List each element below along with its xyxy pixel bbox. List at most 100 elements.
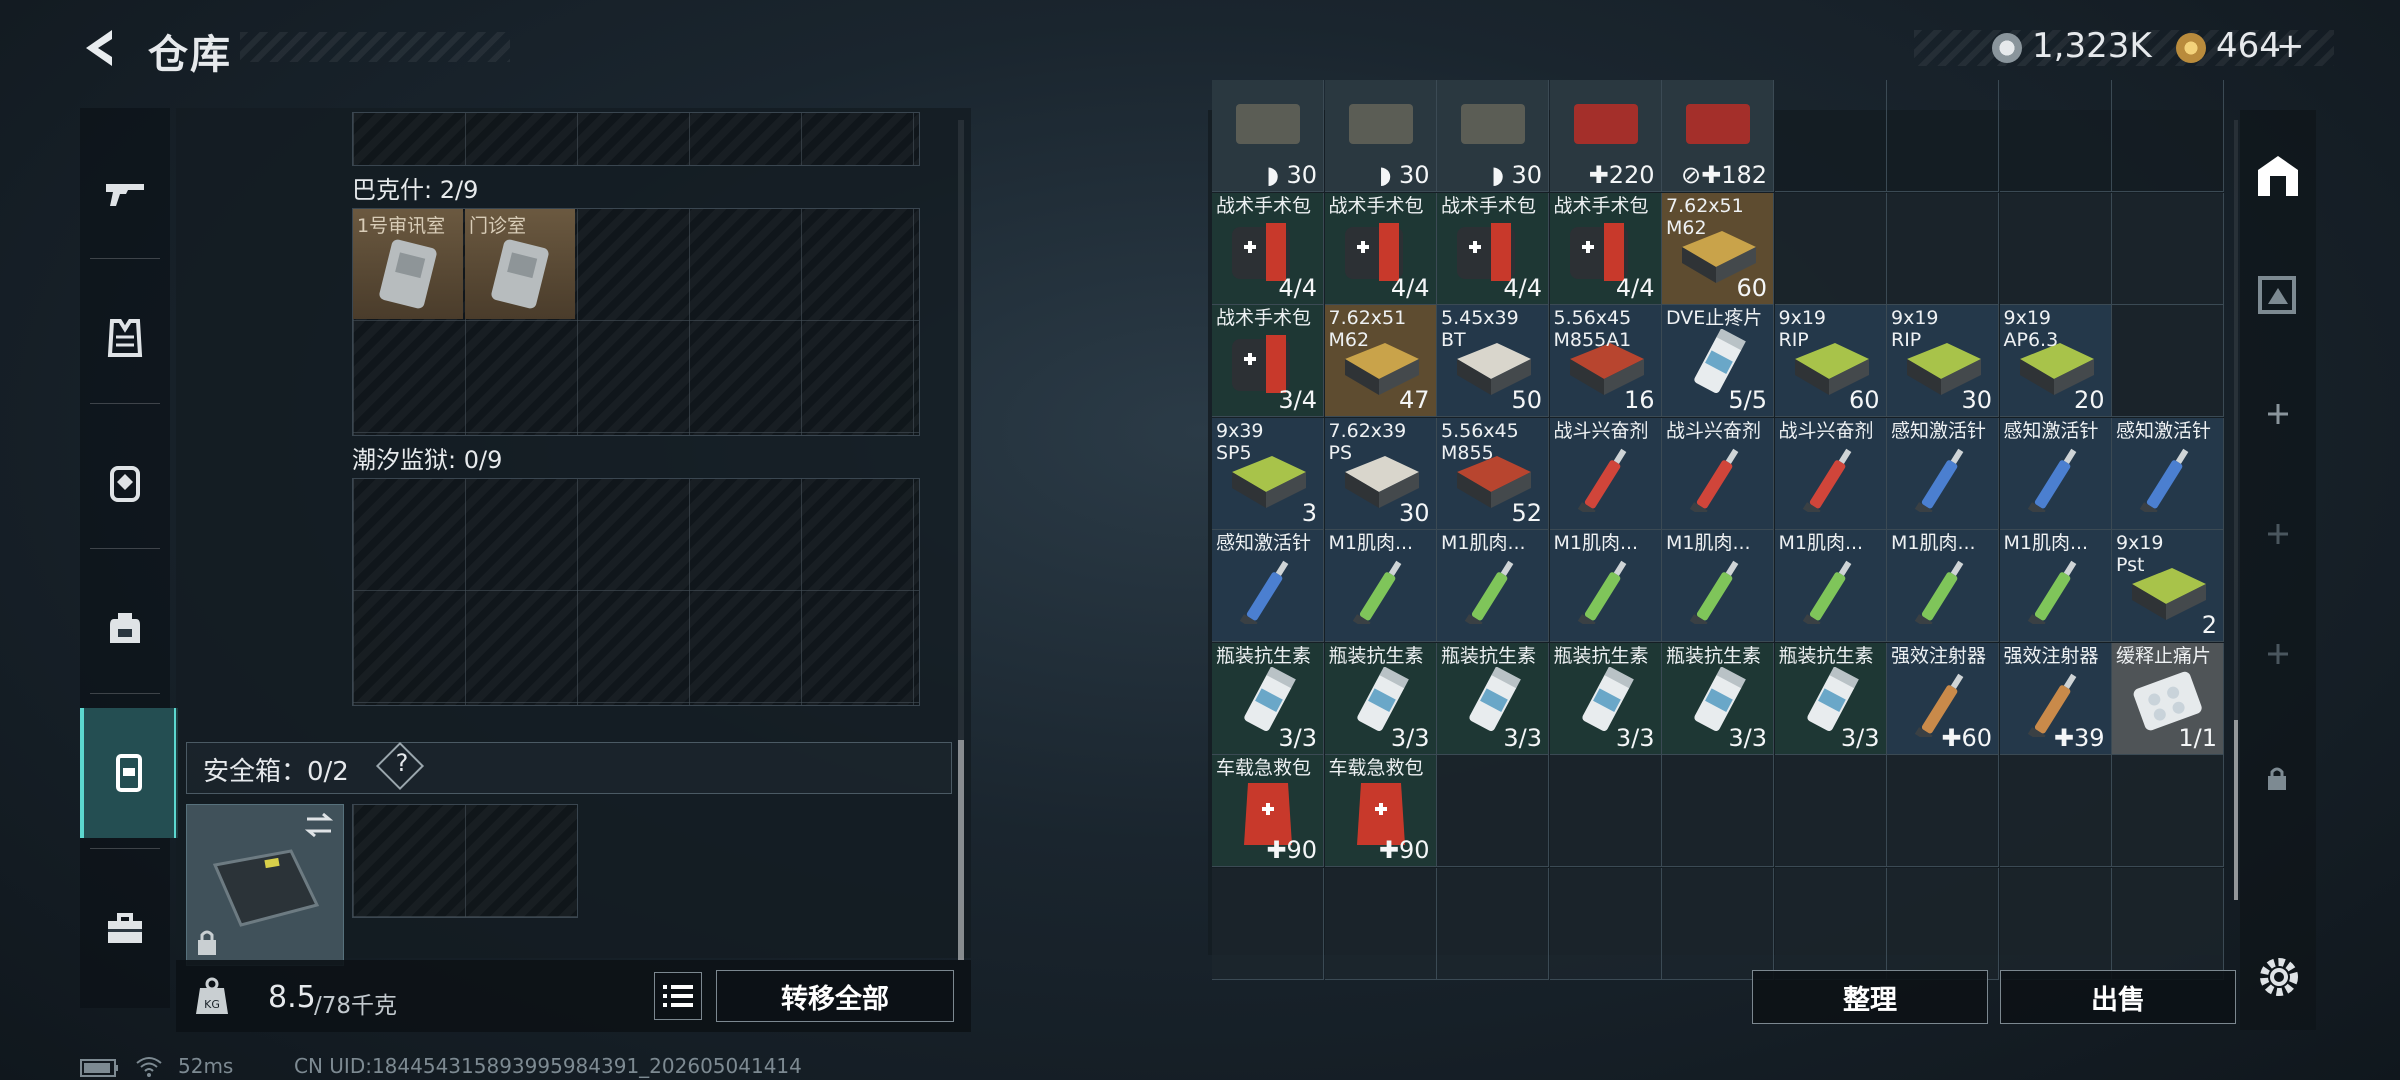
inventory-item[interactable]: ◗ 30 <box>1324 80 1437 192</box>
inventory-item[interactable]: M1肌肉... <box>1887 530 1999 642</box>
add-tab-icon[interactable] <box>2266 522 2290 546</box>
inventory-item[interactable]: 战术手术包 4/4 <box>1212 192 1324 305</box>
empty-slot[interactable] <box>1774 192 1887 305</box>
empty-slot[interactable] <box>1437 755 1549 867</box>
inventory-item[interactable]: 瓶装抗生素 3/3 <box>1212 642 1324 755</box>
inventory-item[interactable]: 车载急救包 ✚90 <box>1324 755 1437 867</box>
inventory-item[interactable]: 7.62x39 PS 30 <box>1324 417 1437 530</box>
inventory-item[interactable]: 感知激活针 <box>1212 530 1324 642</box>
add-tab-icon[interactable] <box>2266 642 2290 666</box>
inventory-item[interactable]: 车载急救包 ✚90 <box>1212 755 1324 867</box>
inventory-item[interactable]: ◗ 30 <box>1437 80 1549 192</box>
nav-safebox[interactable] <box>80 708 178 838</box>
inventory-item[interactable]: 战术手术包 4/4 <box>1549 192 1662 305</box>
inventory-item[interactable]: ⊘✚182 <box>1662 80 1774 192</box>
inventory-item[interactable]: 战术手术包 3/4 <box>1212 305 1324 417</box>
inventory-item[interactable]: 瓶装抗生素 3/3 <box>1662 642 1774 755</box>
empty-slot[interactable] <box>1774 80 1887 192</box>
storage-tab-icon[interactable] <box>2254 270 2302 318</box>
inventory-item[interactable]: 战术手术包 4/4 <box>1437 192 1549 305</box>
inventory-item[interactable]: 强效注射器 ✚39 <box>1999 642 2112 755</box>
empty-slot[interactable] <box>1549 867 1662 980</box>
key-card-item[interactable]: 门诊室 <box>465 209 575 319</box>
empty-slot[interactable] <box>1774 755 1887 867</box>
inventory-item[interactable]: 缓释止痛片 1/1 <box>2112 642 2224 755</box>
empty-slot[interactable] <box>1662 755 1774 867</box>
nav-weapon[interactable] <box>80 128 170 258</box>
empty-slot[interactable] <box>1999 755 2112 867</box>
inventory-item[interactable]: 战斗兴奋剂 <box>1774 417 1887 530</box>
inventory-item[interactable]: M1肌肉... <box>1549 530 1662 642</box>
inventory-item[interactable]: 7.62x51 M62 60 <box>1662 192 1774 305</box>
inventory-item[interactable]: DVE止疼片 5/5 <box>1662 305 1774 417</box>
empty-slot[interactable] <box>1999 867 2112 980</box>
empty-slot[interactable] <box>1999 80 2112 192</box>
empty-slot[interactable] <box>2112 305 2224 417</box>
inventory-item[interactable]: 9x39 SP5 3 <box>1212 417 1324 530</box>
inventory-item[interactable]: ◗ 30 <box>1212 80 1324 192</box>
nav-backpack[interactable] <box>80 563 170 693</box>
add-currency-button[interactable]: + <box>2276 26 2305 66</box>
inventory-item[interactable]: 战斗兴奋剂 <box>1662 417 1774 530</box>
inventory-item[interactable]: 感知激活针 <box>1999 417 2112 530</box>
left-scrollbar-thumb[interactable] <box>958 740 964 960</box>
empty-slot[interactable] <box>1662 867 1774 980</box>
inventory-item[interactable]: ✚220 <box>1549 80 1662 192</box>
sort-button[interactable]: 整理 <box>1752 970 1988 1024</box>
help-button[interactable]: ? <box>385 749 419 777</box>
inventory-item[interactable]: 9x19 Pst 2 <box>2112 530 2224 642</box>
inventory-item[interactable]: 瓶装抗生素 3/3 <box>1437 642 1549 755</box>
inventory-item[interactable]: 战术手术包 4/4 <box>1324 192 1437 305</box>
empty-slot[interactable] <box>1887 192 1999 305</box>
inventory-item[interactable]: 瓶装抗生素 3/3 <box>1324 642 1437 755</box>
inventory-item[interactable]: 9x19 RIP 60 <box>1774 305 1887 417</box>
safe-box-grid[interactable] <box>352 804 578 918</box>
sell-button[interactable]: 出售 <box>2000 970 2236 1024</box>
safe-box-slot[interactable] <box>186 804 344 966</box>
inventory-item[interactable]: M1肌肉... <box>1774 530 1887 642</box>
empty-slot[interactable] <box>2112 80 2224 192</box>
inventory-item[interactable]: 瓶装抗生素 3/3 <box>1549 642 1662 755</box>
empty-slot[interactable] <box>1887 867 1999 980</box>
empty-slot[interactable] <box>1324 867 1437 980</box>
inventory-item[interactable]: 7.62x51 M62 47 <box>1324 305 1437 417</box>
back-arrow-icon[interactable] <box>78 26 122 70</box>
inventory-item[interactable]: 5.56x45 M855A1 16 <box>1549 305 1662 417</box>
settings-gear-icon[interactable] <box>2256 954 2302 1000</box>
empty-slot[interactable] <box>2112 867 2224 980</box>
empty-slot[interactable] <box>1774 867 1887 980</box>
key-card-item[interactable]: 1号审讯室 <box>353 209 463 319</box>
empty-slot[interactable] <box>1887 755 1999 867</box>
inventory-item[interactable]: 5.56x45 M855 52 <box>1437 417 1549 530</box>
inventory-item[interactable]: 9x19 RIP 30 <box>1887 305 1999 417</box>
empty-slot[interactable] <box>1887 80 1999 192</box>
transfer-all-button[interactable]: 转移全部 <box>716 970 954 1022</box>
nav-toolbox[interactable] <box>80 863 170 993</box>
empty-slot[interactable] <box>2112 192 2224 305</box>
inventory-item[interactable]: 强效注射器 ✚60 <box>1887 642 1999 755</box>
empty-slot[interactable] <box>1999 192 2112 305</box>
swap-icon[interactable] <box>303 811 335 839</box>
item-name: 瓶装抗生素 <box>1666 644 1762 667</box>
right-scrollbar-thumb[interactable] <box>2234 720 2238 900</box>
inventory-item[interactable]: M1肌肉... <box>1999 530 2112 642</box>
empty-slot[interactable] <box>2112 755 2224 867</box>
inventory-item[interactable]: 感知激活针 <box>2112 417 2224 530</box>
nav-armor[interactable] <box>80 273 170 403</box>
warehouse-tab-icon[interactable] <box>2252 150 2304 202</box>
inventory-item[interactable]: M1肌肉... <box>1437 530 1549 642</box>
empty-slot[interactable] <box>1549 755 1662 867</box>
list-view-button[interactable] <box>654 972 702 1020</box>
empty-slot[interactable] <box>1437 867 1549 980</box>
inventory-item[interactable]: M1肌肉... <box>1324 530 1437 642</box>
empty-slot[interactable] <box>1212 867 1324 980</box>
inventory-item[interactable]: 战斗兴奋剂 <box>1549 417 1662 530</box>
add-tab-icon[interactable] <box>2266 402 2290 426</box>
inventory-item[interactable]: 5.45x39 BT 50 <box>1437 305 1549 417</box>
inventory-item[interactable]: M1肌肉... <box>1662 530 1774 642</box>
nav-helmet[interactable] <box>80 418 170 548</box>
inventory-item[interactable]: 感知激活针 <box>1887 417 1999 530</box>
inventory-item[interactable]: 瓶装抗生素 3/3 <box>1774 642 1887 755</box>
container-grid-tidal-prison[interactable] <box>352 478 920 706</box>
inventory-item[interactable]: 9x19 AP6.3 20 <box>1999 305 2112 417</box>
